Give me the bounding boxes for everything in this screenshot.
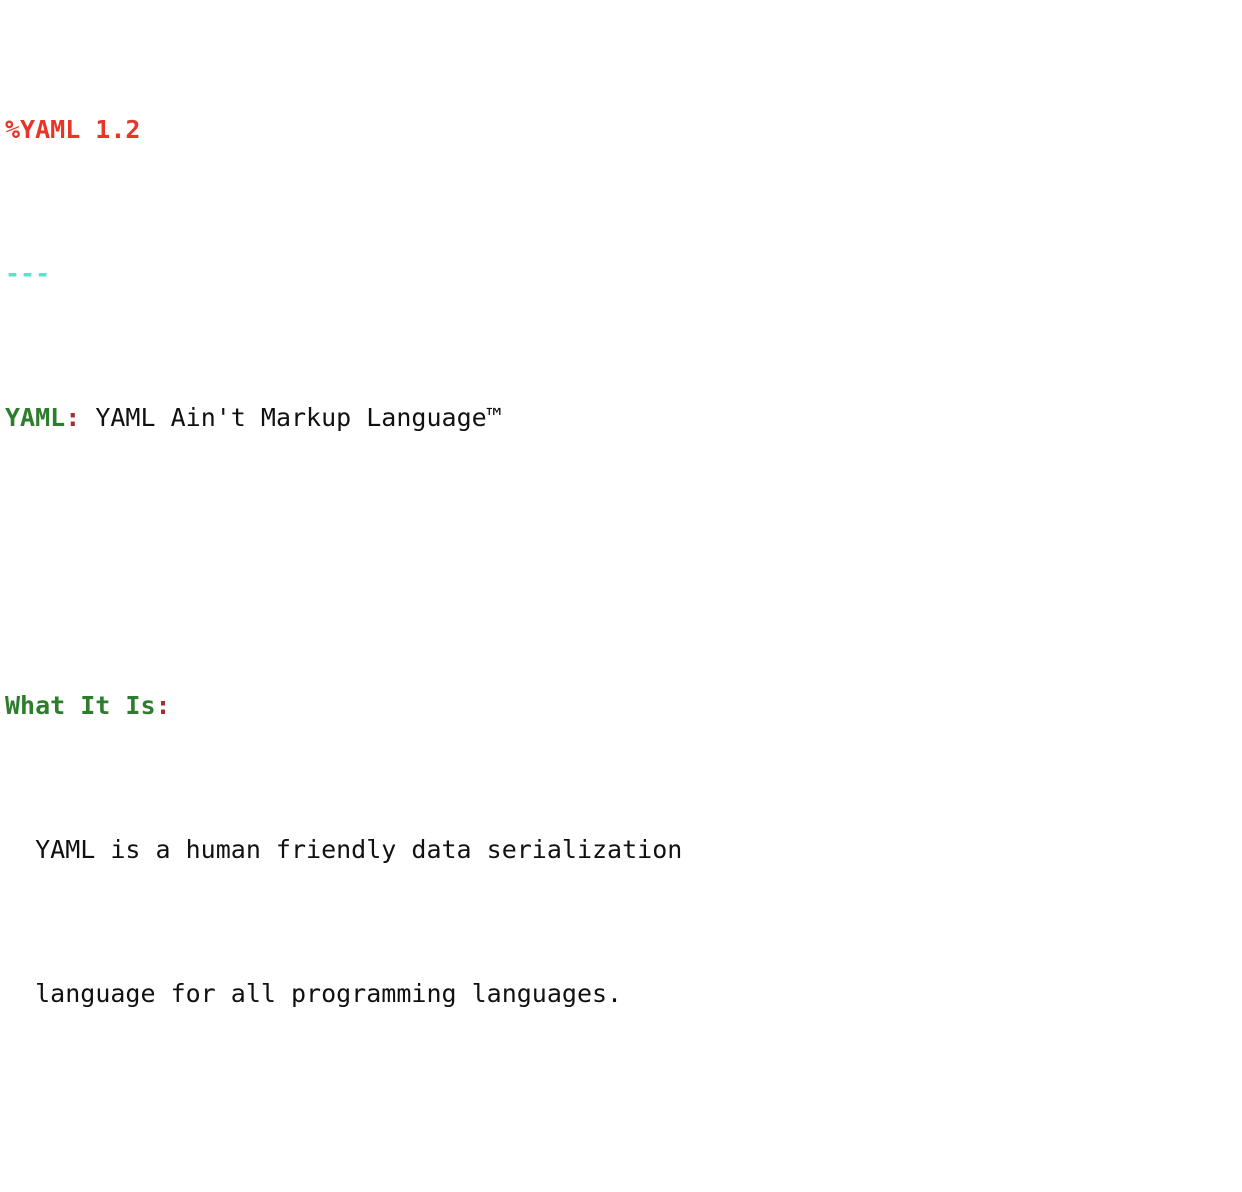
yaml-directive-text: %YAML 1.2 [5,115,141,144]
line-what-it-is: What It Is: [5,688,1242,724]
key-what-it-is: What It Is [5,691,156,720]
line-description-1: YAML is a human friendly data serializat… [5,832,1242,868]
yaml-document: %YAML 1.2 --- YAML: YAML Ain't Markup La… [0,0,1242,1192]
trademark-icon: ™ [486,403,502,432]
line-yaml-directive: %YAML 1.2 [5,112,1242,148]
description-text-line-1: YAML is a human friendly data serializat… [35,835,683,864]
document-start-marker: --- [5,259,51,288]
description-text-line-2: language for all programming languages. [35,979,623,1008]
line-yaml-title: YAML: YAML Ain't Markup Language™ [5,400,1242,436]
value-yaml-tagline: YAML Ain't Markup Language [80,403,487,432]
colon: : [65,403,81,432]
line-document-start: --- [5,256,1242,292]
key-yaml: YAML [5,403,66,432]
colon: : [155,691,171,720]
line-description-2: language for all programming languages. [5,976,1242,1012]
